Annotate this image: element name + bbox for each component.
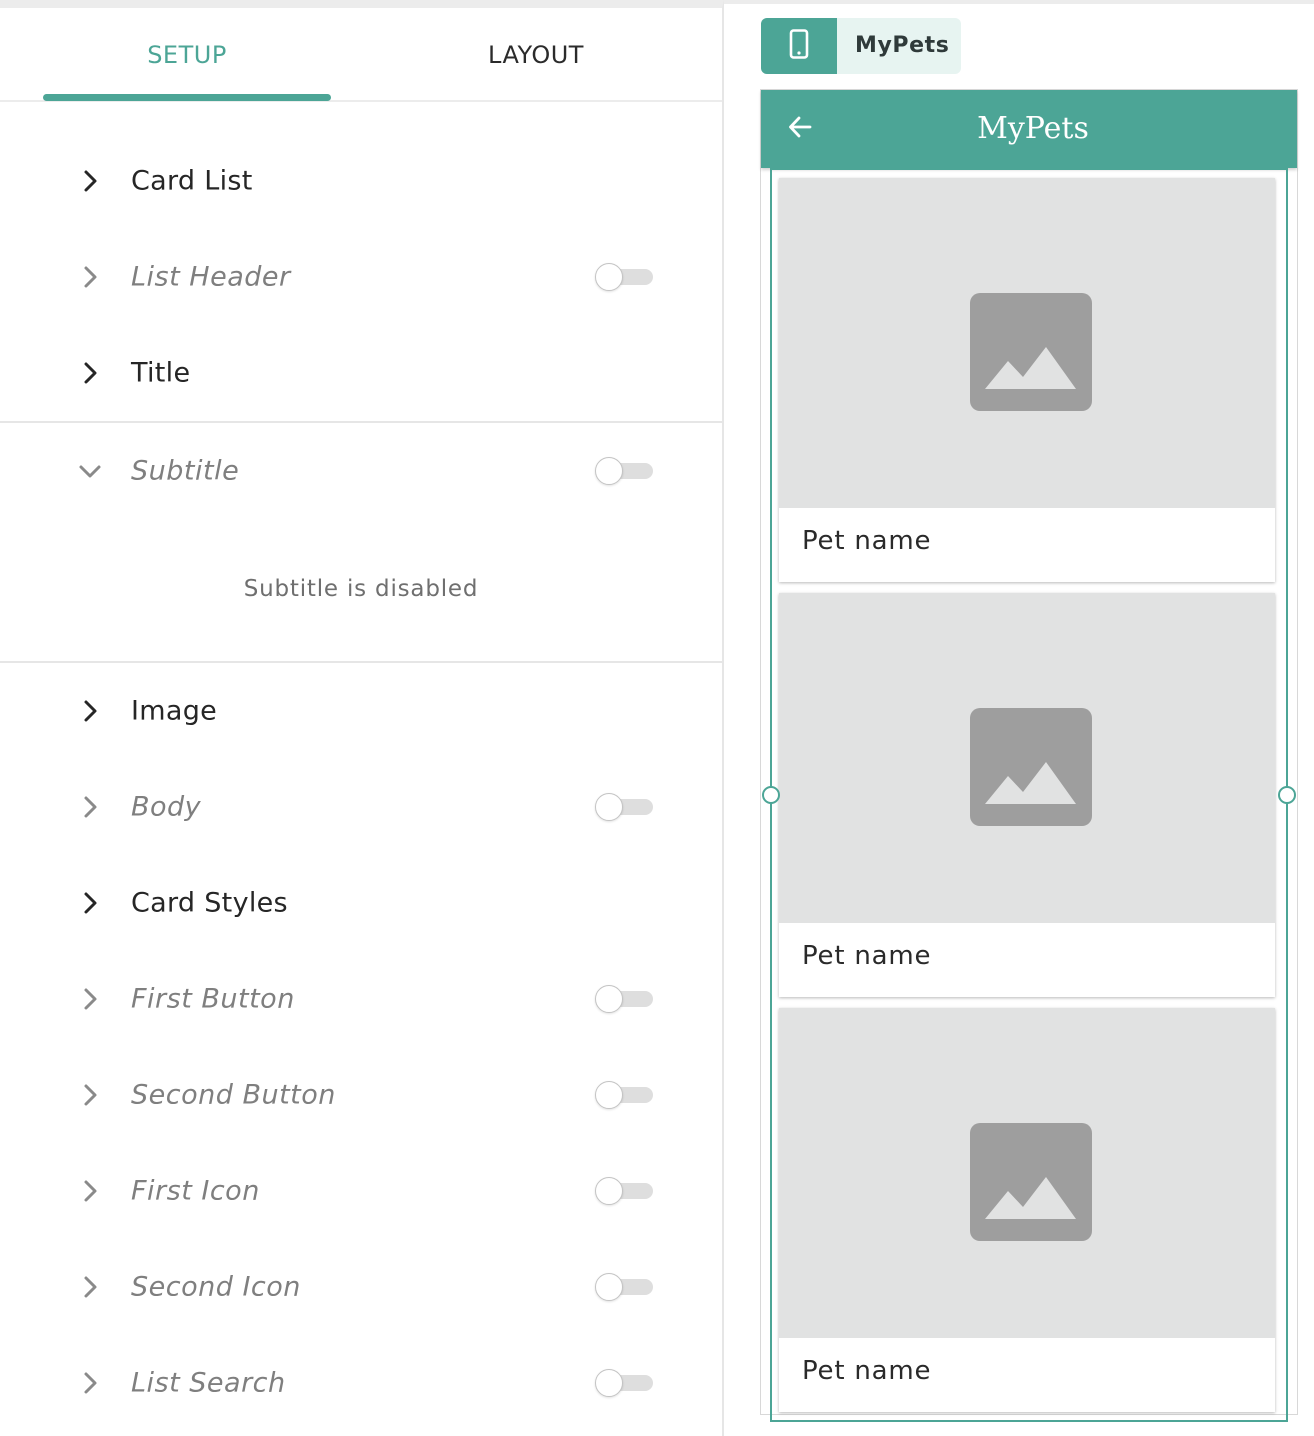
section-title[interactable]: Title bbox=[0, 325, 722, 421]
section-card-list[interactable]: Card List bbox=[0, 133, 722, 229]
section-body[interactable]: Body bbox=[0, 759, 722, 855]
second-icon-toggle[interactable] bbox=[595, 1273, 655, 1301]
card-image bbox=[779, 178, 1275, 508]
section-label: List Search bbox=[131, 1367, 286, 1399]
section-subtitle[interactable]: Subtitle bbox=[0, 423, 722, 519]
section-label: Card List bbox=[131, 165, 253, 197]
chevron-right-icon bbox=[78, 1179, 102, 1203]
editor-root: SETUP LAYOUT Card List List Header Title bbox=[0, 0, 1314, 1436]
section-list-search[interactable]: List Search bbox=[0, 1335, 722, 1431]
app-bar-title-text: MyPets bbox=[977, 111, 1089, 146]
subtitle-disabled-message: Subtitle is disabled bbox=[243, 576, 479, 602]
card-image bbox=[779, 1008, 1275, 1338]
section-list-header[interactable]: List Header bbox=[0, 229, 722, 325]
pet-card[interactable]: Pet name bbox=[779, 593, 1275, 997]
subtitle-toggle[interactable] bbox=[595, 457, 655, 485]
section-first-button[interactable]: First Button bbox=[0, 951, 722, 1047]
section-card-styles[interactable]: Card Styles bbox=[0, 855, 722, 951]
chevron-right-icon bbox=[78, 699, 102, 723]
chevron-right-icon bbox=[78, 1275, 102, 1299]
card-title: Pet name bbox=[802, 526, 932, 556]
app-name: MyPets bbox=[855, 33, 950, 58]
card-image bbox=[779, 593, 1275, 923]
second-button-toggle[interactable] bbox=[595, 1081, 655, 1109]
first-icon-toggle[interactable] bbox=[595, 1177, 655, 1205]
pet-card[interactable]: Pet name bbox=[779, 178, 1275, 582]
settings-panel: SETUP LAYOUT Card List List Header Title bbox=[0, 0, 724, 1436]
list-search-toggle[interactable] bbox=[595, 1369, 655, 1397]
section-label: Title bbox=[131, 357, 191, 389]
section-label: Image bbox=[131, 695, 218, 727]
device-app-badge: MyPets bbox=[761, 18, 961, 74]
phone-icon bbox=[789, 29, 809, 63]
chevron-right-icon bbox=[78, 987, 102, 1011]
chevron-right-icon bbox=[78, 795, 102, 819]
section-label: First Icon bbox=[131, 1175, 260, 1207]
tab-layout[interactable]: LAYOUT bbox=[392, 8, 680, 102]
chevron-right-icon bbox=[78, 1083, 102, 1107]
pet-card[interactable]: Pet name bbox=[779, 1008, 1275, 1412]
section-label: Second Button bbox=[131, 1079, 336, 1111]
list-header-toggle[interactable] bbox=[595, 263, 655, 291]
section-label: Second Icon bbox=[131, 1271, 301, 1303]
app-bar: MyPets bbox=[761, 90, 1297, 168]
tab-setup[interactable]: SETUP bbox=[43, 8, 331, 102]
card-title: Pet name bbox=[802, 1356, 932, 1386]
chevron-right-icon bbox=[78, 361, 102, 385]
app-bar-title: MyPets bbox=[761, 90, 1297, 168]
section-label: First Button bbox=[131, 983, 295, 1015]
chevron-right-icon bbox=[78, 1371, 102, 1395]
card-title: Pet name bbox=[802, 941, 932, 971]
tab-bar: SETUP LAYOUT bbox=[0, 8, 722, 102]
section-second-button[interactable]: Second Button bbox=[0, 1047, 722, 1143]
device-toggle-button[interactable] bbox=[761, 18, 837, 74]
section-label: Body bbox=[131, 791, 202, 823]
section-label: List Header bbox=[131, 261, 291, 293]
section-second-icon[interactable]: Second Icon bbox=[0, 1239, 722, 1335]
first-button-toggle[interactable] bbox=[595, 985, 655, 1013]
image-placeholder-icon bbox=[970, 293, 1092, 411]
image-placeholder-icon bbox=[970, 1123, 1092, 1241]
chevron-right-icon bbox=[78, 265, 102, 289]
chevron-right-icon bbox=[78, 169, 102, 193]
preview-top-border bbox=[724, 0, 1314, 4]
chevron-down-icon bbox=[78, 459, 102, 483]
body-toggle[interactable] bbox=[595, 793, 655, 821]
section-image[interactable]: Image bbox=[0, 663, 722, 759]
chevron-right-icon bbox=[78, 891, 102, 915]
section-label: Subtitle bbox=[131, 455, 240, 487]
active-tab-indicator bbox=[43, 94, 331, 101]
section-first-icon[interactable]: First Icon bbox=[0, 1143, 722, 1239]
image-placeholder-icon bbox=[970, 708, 1092, 826]
section-label: Card Styles bbox=[131, 887, 288, 919]
